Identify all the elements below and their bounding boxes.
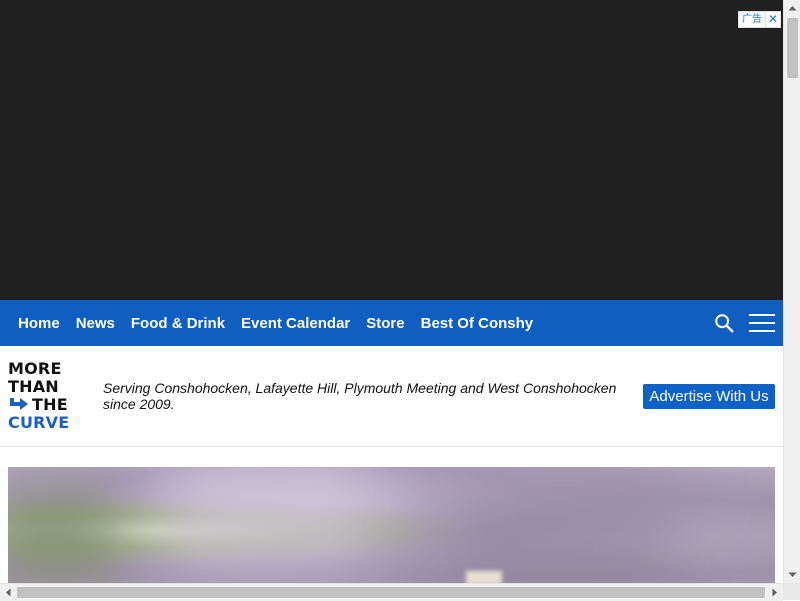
main-navigation: Home News Food & Drink Event Calendar St… (0, 300, 783, 346)
scrollbar-corner (783, 583, 800, 600)
horizontal-scrollbar[interactable] (0, 583, 783, 601)
hero-blur-plant (8, 487, 118, 583)
logo-line-than: THAN (8, 377, 59, 396)
vertical-scroll-thumb[interactable] (787, 18, 798, 78)
nav-item-best-of-conshy[interactable]: Best Of Conshy (421, 315, 534, 332)
nav-item-home[interactable]: Home (18, 315, 60, 332)
nav-item-store[interactable]: Store (366, 315, 404, 332)
logo-line-more: MORE (8, 359, 62, 378)
site-tagline: Serving Conshohocken, Lafayette Hill, Pl… (103, 380, 617, 412)
nav-item-food-drink[interactable]: Food & Drink (131, 315, 225, 332)
logo-line-the: THE (32, 395, 68, 414)
ad-close-icon[interactable]: ✕ (765, 12, 780, 27)
scroll-up-arrow-icon[interactable] (784, 0, 800, 17)
logo-arrow-icon (10, 398, 28, 410)
scroll-left-arrow-icon[interactable] (0, 584, 17, 601)
nav-actions (713, 300, 775, 346)
advertise-button[interactable]: Advertise With Us (643, 384, 775, 409)
nav-item-event-calendar[interactable]: Event Calendar (241, 315, 350, 332)
hero-highlight (466, 571, 502, 583)
hamburger-menu-icon[interactable] (749, 314, 775, 332)
nav-item-news[interactable]: News (76, 315, 115, 332)
search-icon[interactable] (713, 312, 735, 334)
ad-choices-badge[interactable]: 广告 ✕ (738, 11, 781, 28)
hero-blur-light (168, 467, 368, 567)
vertical-scrollbar[interactable] (783, 0, 800, 583)
nav-menu: Home News Food & Drink Event Calendar St… (0, 315, 549, 332)
hero-image[interactable] (8, 467, 775, 583)
ad-banner[interactable]: 广告 ✕ (0, 0, 783, 300)
scroll-right-arrow-icon[interactable] (766, 584, 783, 601)
logo-line-curve: CURVE (8, 413, 70, 432)
horizontal-scroll-thumb[interactable] (17, 587, 765, 598)
scroll-down-arrow-icon[interactable] (784, 566, 800, 583)
logo-line-the-row: THE (8, 396, 80, 414)
site-header: MORE THAN THE CURVE Serving Conshohocken… (0, 346, 783, 447)
ad-label: 广告 (742, 14, 762, 25)
site-logo[interactable]: MORE THAN THE CURVE (8, 360, 80, 432)
hero-blur-shadow (438, 487, 678, 583)
